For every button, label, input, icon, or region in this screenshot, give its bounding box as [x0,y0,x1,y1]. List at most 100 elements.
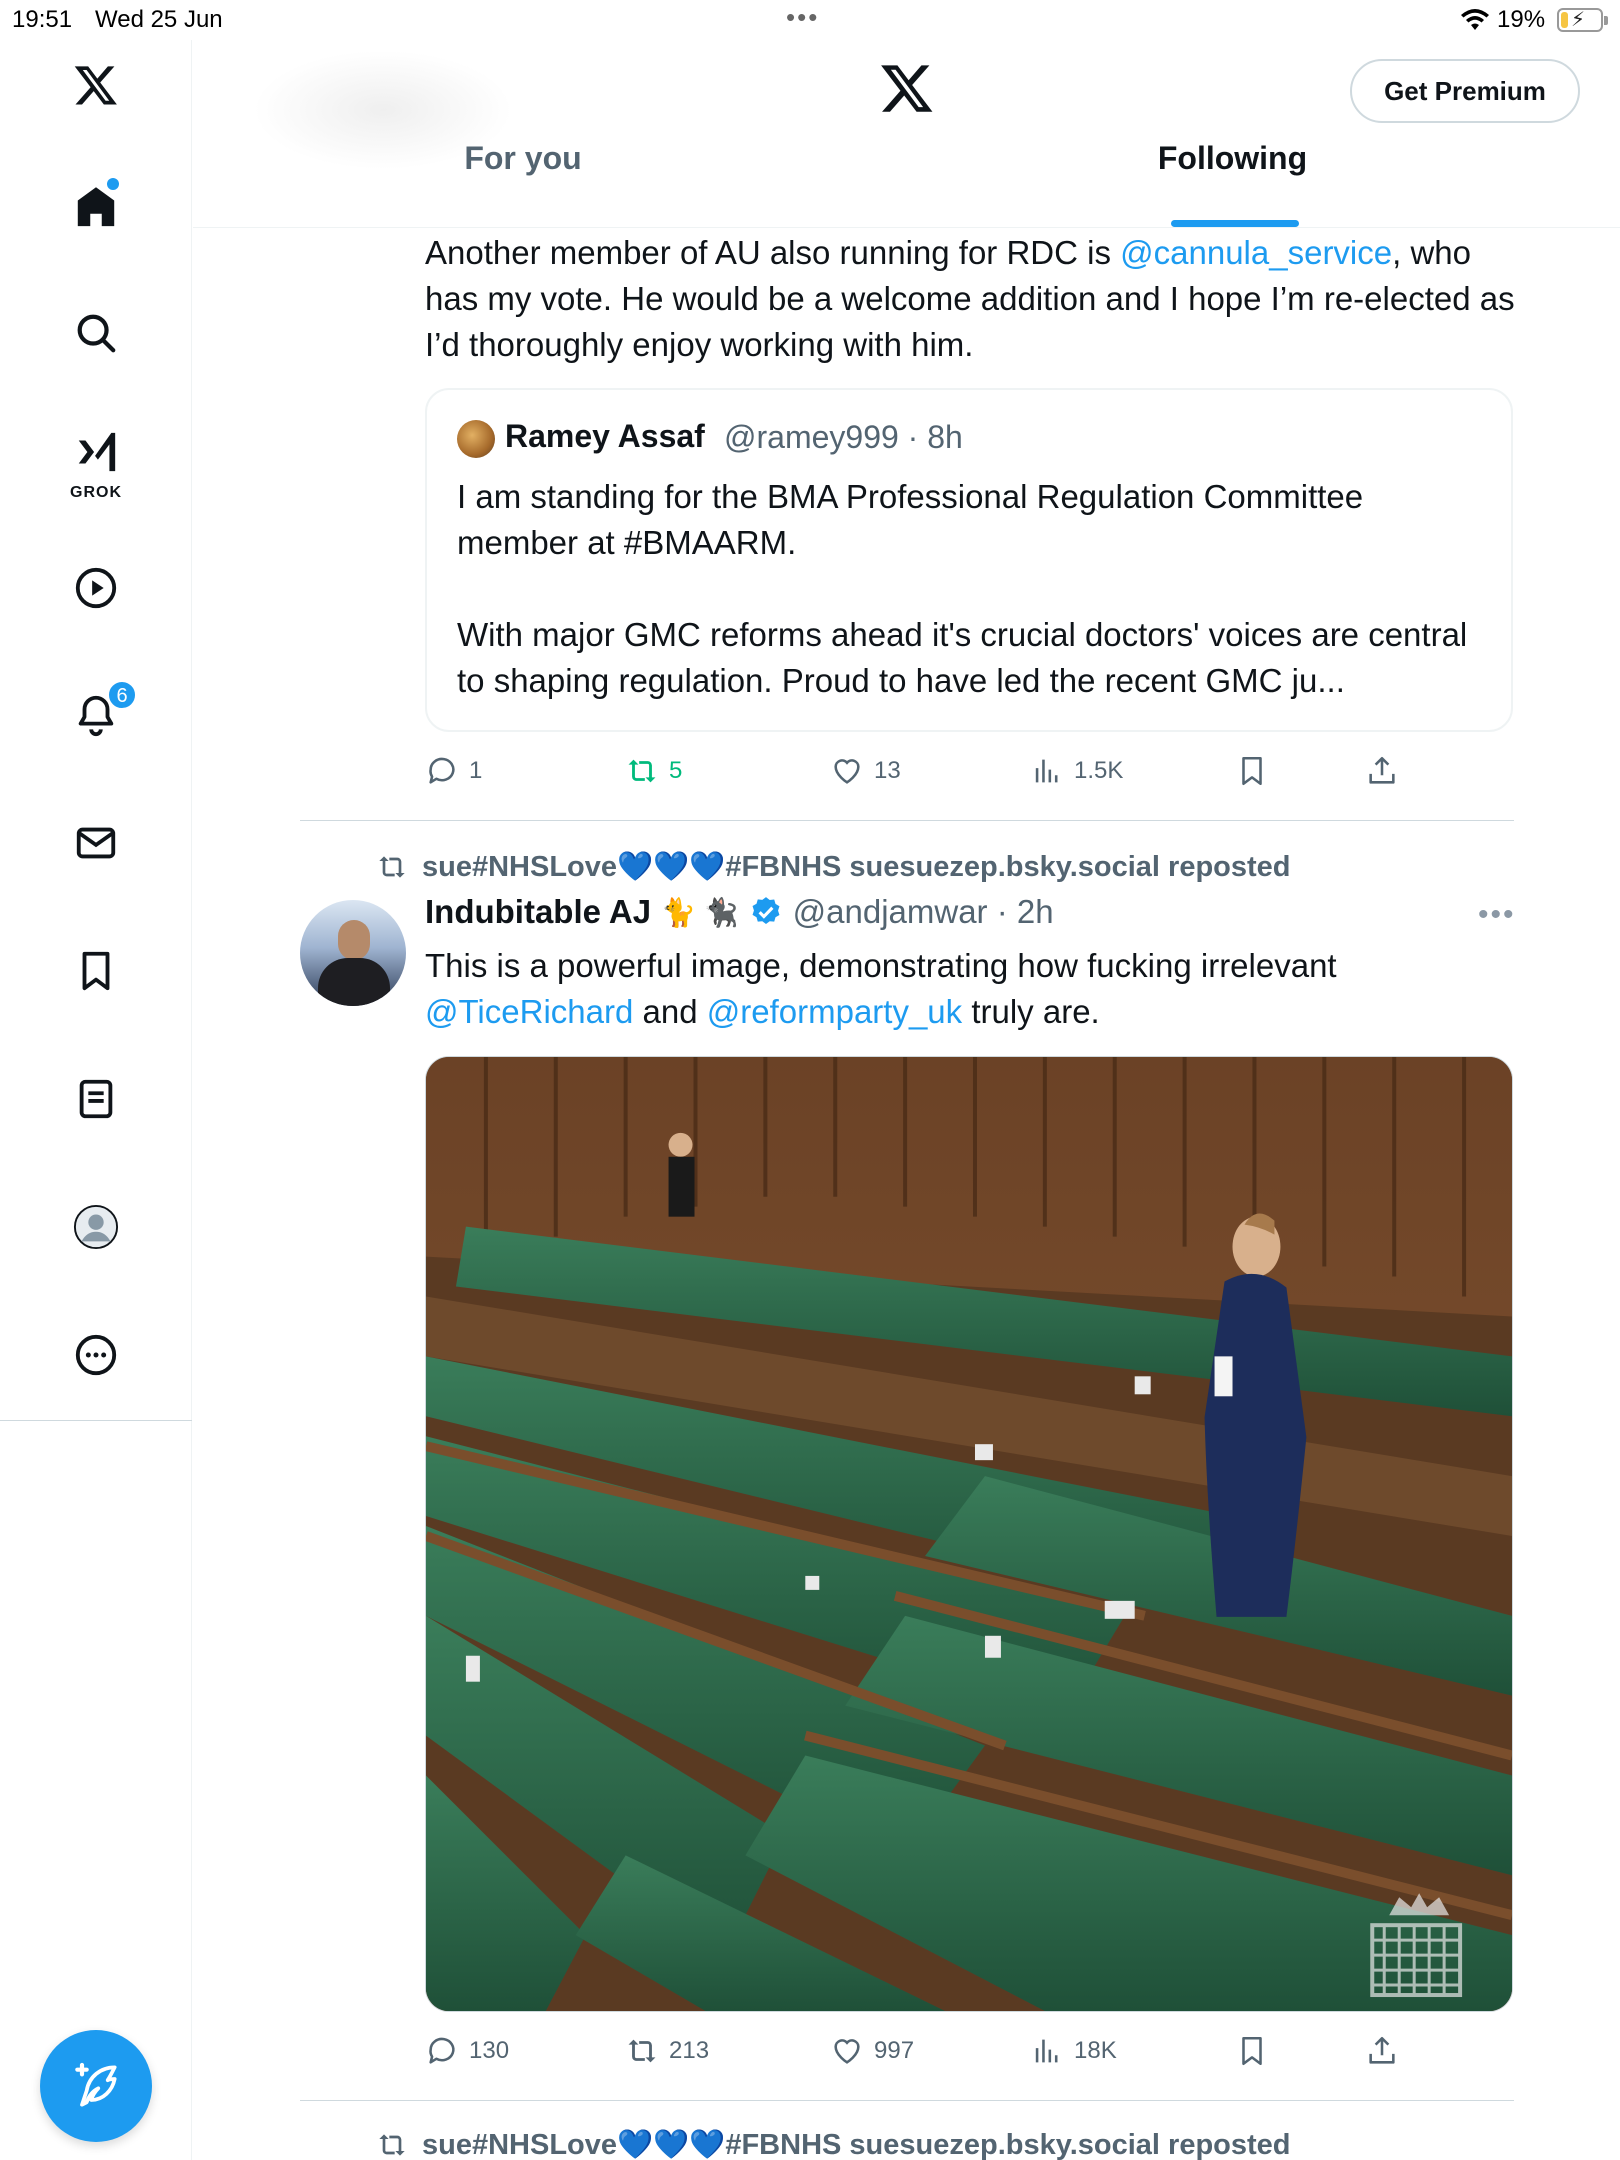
quoted-author-avatar[interactable] [457,420,495,458]
notifications-badge: 6 [107,680,137,710]
reposted-label: #FBNHS suesuezep.bsky.social reposted [725,850,1291,883]
battery-icon: ⚡ [1557,8,1608,32]
blue-heart-icons: 💙💙💙 [617,851,726,883]
mention-link[interactable]: @TiceRichard [425,993,633,1030]
view-count: 1.5K [1074,757,1124,784]
lists-icon[interactable] [61,1064,131,1134]
share-button[interactable] [1365,746,1409,796]
quoted-tweet-body: I am standing for the BMA Professional R… [457,474,1487,704]
author-name[interactable]: Indubitable AJ [425,893,651,931]
like-count: 997 [874,2037,915,2064]
home-icon[interactable] [61,172,131,242]
messages-envelope-icon[interactable] [61,808,131,878]
view-count: 18K [1074,2037,1117,2064]
repost-icon [379,2134,405,2156]
more-options-icon[interactable] [61,1320,131,1390]
blue-heart-icons: 💙💙💙 [617,2129,726,2160]
bookmarks-icon[interactable] [61,936,131,1006]
avatar-figure-head [338,920,370,960]
tweet-text-part: and [633,993,707,1030]
status-time: 19:51 [12,6,73,33]
tweet-text-part: Another member of AU also running for RD… [425,234,1121,271]
mention-link[interactable]: @cannula_service [1120,234,1392,271]
wifi-icon [1461,9,1489,30]
grok-icon[interactable]: GROK [61,422,131,502]
heart-icon [834,759,860,784]
author-handle-time: @andjamwar · 2h [792,893,1054,930]
views-button[interactable]: 18K [1030,2026,1117,2076]
reposter-name: sue#NHSLove [422,850,618,883]
quoted-author-name[interactable]: Ramey Assaf [505,418,705,455]
search-icon[interactable] [61,298,131,368]
share-icon [1369,756,1395,784]
tweet-divider [300,2100,1514,2101]
repost-attribution[interactable]: sue#NHSLove 💙💙💙 #FBNHS suesuezep.bsky.so… [376,850,1291,884]
reposted-label: #FBNHS suesuezep.bsky.social reposted [725,2128,1291,2160]
notifications-bell-icon[interactable]: 6 [61,680,137,750]
bookmark-icon [1242,756,1262,786]
heart-icon [834,2039,860,2064]
tweet-author-row: Indubitable AJ 🐈 🐈‍⬛ @andjamwar · 2h [425,893,1054,931]
tweet-text: This is a powerful image, demonstrating … [425,943,1525,1035]
repost-count: 213 [669,2037,710,2064]
quoted-tweet-card[interactable]: Ramey Assaf @ramey999 · 8h I am standing… [425,388,1513,732]
share-icon [1369,2036,1395,2064]
verified-badge-icon [752,897,780,925]
x-logo-icon[interactable] [879,60,935,116]
compose-feather-icon [75,2062,117,2107]
mention-link[interactable]: @reformparty_uk [707,993,962,1030]
tab-following[interactable]: Following [1145,140,1320,228]
tweet-text-part: truly are. [962,993,1100,1030]
repost-attribution[interactable]: sue#NHSLove 💙💙💙 #FBNHS suesuezep.bsky.so… [376,2128,1291,2160]
grok-label: GROK [70,484,122,501]
get-premium-button[interactable]: Get Premium [1350,59,1580,123]
more-options-icon[interactable]: ••• [1478,898,1516,932]
reply-count: 130 [469,2037,510,2064]
sidebar-divider [0,1420,192,1421]
home-unread-dot [107,178,119,190]
battery-percent: 19% [1497,6,1546,33]
views-button[interactable]: 1.5K [1030,746,1123,796]
like-count: 13 [874,757,901,784]
reply-count: 1 [469,757,483,784]
multitasking-dots-icon[interactable]: ••• [786,2,819,33]
like-button[interactable]: 997 [830,2026,914,2076]
reply-icon [429,2037,455,2064]
tab-for-you[interactable]: For you [423,140,623,228]
bookmark-button[interactable] [1235,2026,1279,2076]
compose-post-button[interactable] [40,2030,152,2142]
reply-button[interactable]: 1 [425,746,482,796]
repost-count: 5 [669,757,683,784]
like-button[interactable]: 13 [830,746,901,796]
bookmark-icon [1242,2036,1262,2066]
active-tab-indicator [1171,220,1299,227]
tweet-text: Another member of AU also running for RD… [425,230,1525,368]
tweet-actions-bar: 1 5 13 1.5K [425,746,1425,796]
reposter-name: sue#NHSLove [422,2128,618,2160]
tweet-media-image[interactable] [425,1056,1513,2012]
avatar-figure-body [318,958,390,1006]
reply-icon [429,757,455,784]
repost-icon [628,759,656,783]
status-bar: 19:51 Wed 25 Jun ••• 19% ⚡ [0,0,1620,40]
reply-button[interactable]: 130 [425,2026,509,2076]
charging-bolt-icon: ⚡ [1571,9,1586,31]
bookmark-button[interactable] [1235,746,1279,796]
quoted-author-handle-time: @ramey999 · 8h [724,419,963,455]
views-chart-icon [1035,759,1058,783]
profile-avatar-icon[interactable] [61,1192,131,1262]
commons-chamber-photo [426,1057,1512,2011]
share-button[interactable] [1365,2026,1409,2076]
tweet-text-part: This is a powerful image, demonstrating … [425,947,1337,984]
x-logo-icon[interactable] [61,50,131,120]
sidebar: GROK 6 [0,40,192,2160]
distant-figure [668,1132,695,1217]
status-date: Wed 25 Jun [95,6,223,33]
repost-icon [628,2039,656,2063]
author-avatar[interactable] [300,900,406,1006]
repost-button[interactable]: 213 [625,2026,709,2076]
video-play-icon[interactable] [61,553,131,623]
repost-button[interactable]: 5 [625,746,682,796]
quoted-tweet-paragraph: With major GMC reforms ahead it's crucia… [457,616,1468,699]
views-chart-icon [1035,2039,1058,2063]
